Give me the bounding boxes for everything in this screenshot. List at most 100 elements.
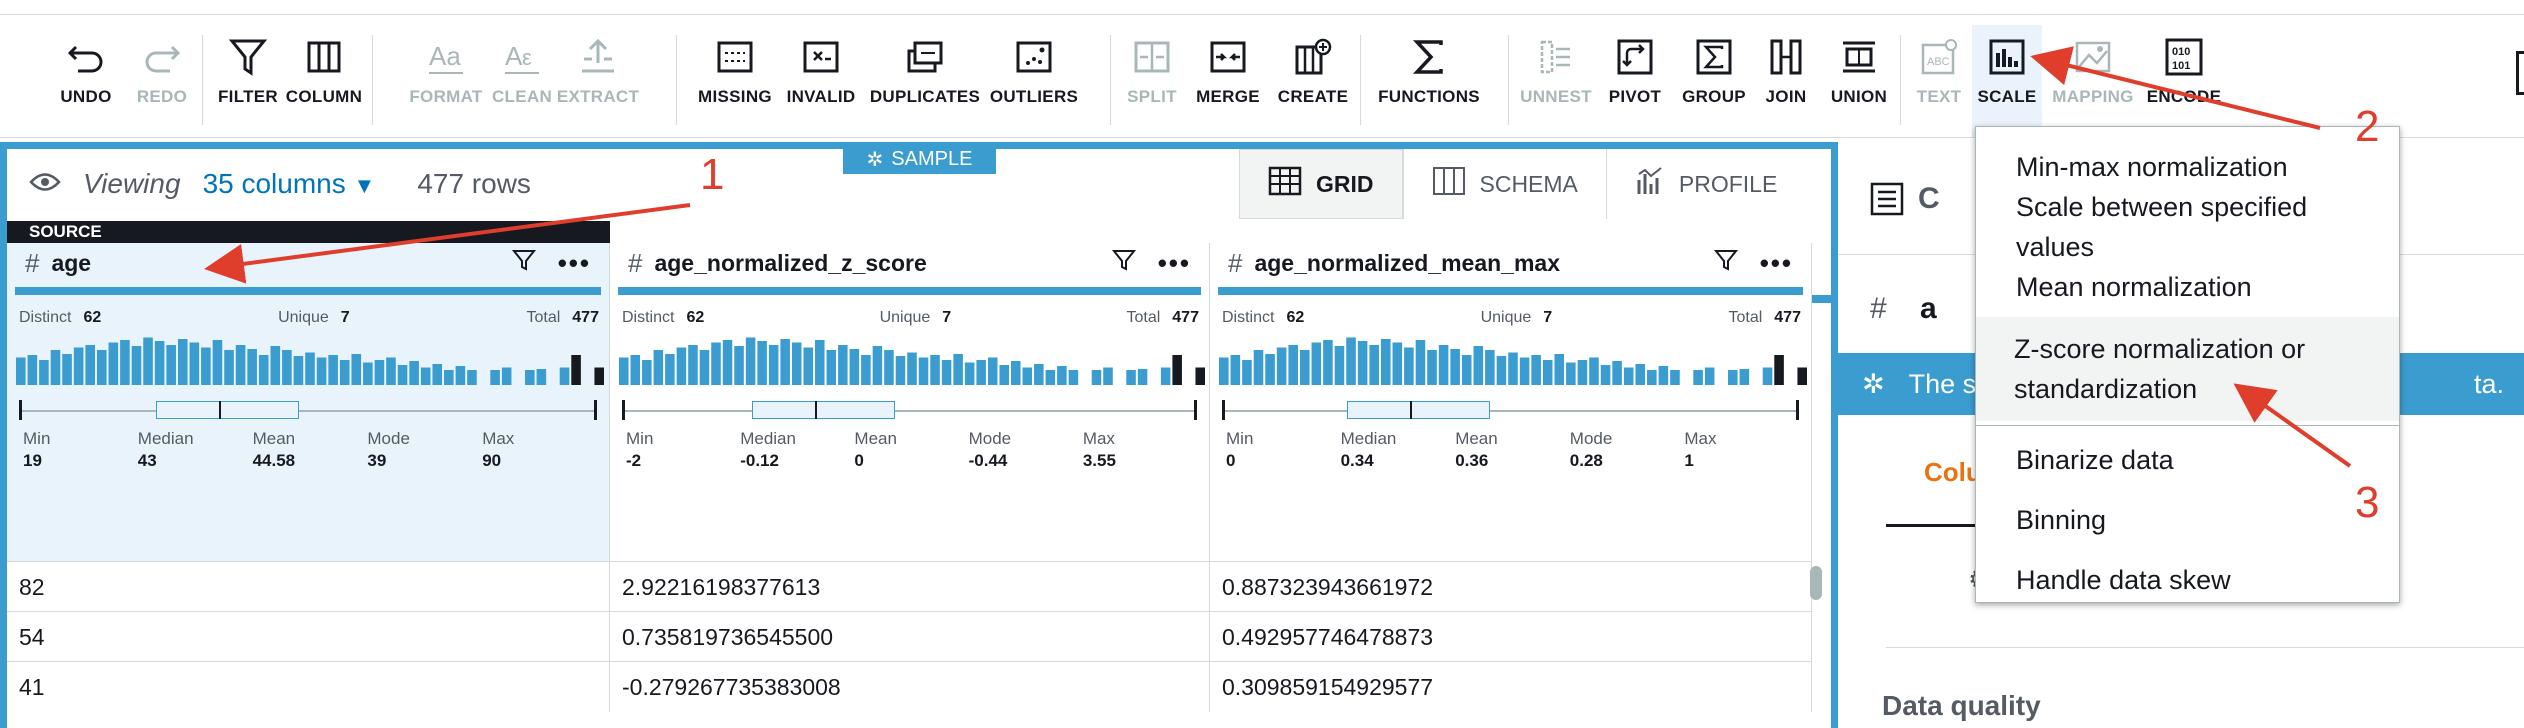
histogram-bar xyxy=(895,356,906,385)
pivot-icon xyxy=(1615,33,1655,81)
pivot-button[interactable]: PIVOT xyxy=(1596,33,1674,107)
redo-icon xyxy=(142,33,182,81)
histogram-bar xyxy=(1739,369,1750,385)
histogram-bar xyxy=(16,357,26,385)
menu-item-scale-between-values[interactable]: Scale between specified values xyxy=(1976,192,2399,262)
histogram-bar xyxy=(1728,370,1738,385)
overflow-icon[interactable] xyxy=(2516,51,2524,95)
histogram-bar xyxy=(1635,364,1646,385)
tab-schema[interactable]: SCHEMA xyxy=(1402,149,1606,219)
sample-icon: ✲ xyxy=(866,148,884,171)
more-options-icon[interactable]: ••• xyxy=(1158,248,1191,279)
eye-icon xyxy=(29,171,61,198)
histogram-bar xyxy=(559,367,570,385)
functions-button[interactable]: FUNCTIONS xyxy=(1372,33,1486,107)
histogram-bar xyxy=(1427,350,1437,385)
tab-profile[interactable]: PROFILE xyxy=(1605,149,1805,219)
more-options-icon[interactable]: ••• xyxy=(1760,248,1793,279)
histogram-bar xyxy=(1542,360,1553,385)
group-button[interactable]: GROUP xyxy=(1674,33,1754,107)
unnest-icon xyxy=(1536,33,1576,81)
histogram-bar xyxy=(1045,370,1056,385)
histogram-bar xyxy=(1057,366,1067,385)
filter-icon[interactable] xyxy=(511,248,536,278)
clean-button[interactable]: Aε CLEAN xyxy=(484,33,560,107)
distribution-histogram[interactable] xyxy=(15,335,605,385)
histogram-bar xyxy=(1415,340,1426,385)
filter-icon[interactable] xyxy=(1111,248,1136,278)
histogram-bar xyxy=(374,360,385,385)
unnest-button[interactable]: UNNEST xyxy=(1516,33,1596,107)
histogram-bar xyxy=(1103,367,1113,385)
split-button[interactable]: SPLIT xyxy=(1116,33,1188,107)
scale-button[interactable]: SCALE xyxy=(1972,25,2042,137)
histogram-bar xyxy=(1022,367,1033,385)
filter-button[interactable]: FILTER xyxy=(210,33,286,107)
menu-item-handle-data-skew[interactable]: Handle data skew xyxy=(1976,550,2399,610)
histogram-bar xyxy=(328,355,338,385)
histogram-bar xyxy=(1323,340,1333,385)
column-button[interactable]: COLUMN xyxy=(286,33,362,107)
histogram-bar xyxy=(630,355,641,385)
histogram-bar xyxy=(745,337,756,385)
text-button[interactable]: ABC TEXT xyxy=(1906,25,1972,137)
distribution-histogram[interactable] xyxy=(1218,335,1808,385)
histogram-bar xyxy=(96,350,107,385)
duplicates-button[interactable]: DUPLICATES xyxy=(866,33,984,107)
more-options-icon[interactable]: ••• xyxy=(558,248,591,279)
histogram-bar xyxy=(849,349,860,385)
encode-button[interactable]: 010 101 ENCODE xyxy=(2144,25,2224,137)
histogram-bar xyxy=(409,361,419,385)
merge-button[interactable]: MERGE xyxy=(1188,33,1268,107)
histogram-bar xyxy=(1068,370,1079,385)
outliers-button[interactable]: OUTLIERS xyxy=(984,33,1084,107)
histogram-bar xyxy=(999,365,1009,385)
histogram-bar xyxy=(305,352,315,385)
histogram-bar xyxy=(1219,357,1229,385)
tab-column[interactable]: Colu xyxy=(1924,457,1982,488)
data-quality-heading: Data quality xyxy=(1882,690,2041,721)
numeric-type-icon: # xyxy=(1870,292,1887,325)
column-card-age-normalized-mean-max[interactable]: # age_normalized_mean_max ••• Distinct 62 U… xyxy=(1210,243,1812,561)
extract-button[interactable]: EXTRACT xyxy=(557,33,639,107)
distribution-histogram[interactable] xyxy=(618,335,1206,385)
histogram-bar xyxy=(838,345,848,385)
histogram-bar xyxy=(953,354,963,385)
sample-badge[interactable]: ✲ SAMPLE xyxy=(843,144,996,174)
menu-item-z-score-normalization[interactable]: Z-score normalization or standardization xyxy=(1976,317,2399,421)
format-button[interactable]: Aa FORMAT xyxy=(408,33,484,107)
table-row[interactable]: 41 -0.279267735383008 0.309859154929577 xyxy=(7,661,1812,712)
scrollbar-thumb[interactable] xyxy=(1810,566,1822,600)
histogram-bar xyxy=(293,356,304,385)
redo-button[interactable]: REDO xyxy=(124,33,200,107)
undo-button[interactable]: UNDO xyxy=(48,33,124,107)
missing-icon xyxy=(715,33,755,81)
missing-button[interactable]: MISSING xyxy=(694,33,776,107)
sigma-icon xyxy=(1409,33,1449,81)
column-card-age[interactable]: # age ••• Distinct 62 Unique 7 Total 477 Min 19… xyxy=(7,243,610,561)
union-button[interactable]: UNION xyxy=(1818,33,1900,107)
annotation-label-2: 2 xyxy=(2355,102,2380,151)
mapping-button[interactable]: MAPPING xyxy=(2042,25,2144,137)
join-button[interactable]: JOIN xyxy=(1754,33,1818,107)
create-button[interactable]: CREATE xyxy=(1268,33,1358,107)
table-row[interactable]: 54 0.735819736545500 0.492957746478873 xyxy=(7,611,1812,662)
invalid-button[interactable]: INVALID xyxy=(776,33,866,107)
undo-icon xyxy=(66,33,106,81)
histogram-bar xyxy=(699,350,710,385)
menu-item-binning[interactable]: Binning xyxy=(1976,490,2399,550)
svg-text:101: 101 xyxy=(2172,60,2190,72)
histogram-bar xyxy=(1496,356,1507,385)
columns-dropdown[interactable]: 35 columns ▼ xyxy=(203,168,376,200)
histogram-bar xyxy=(525,370,535,385)
histogram-bar xyxy=(1265,354,1275,385)
histogram-bar xyxy=(688,345,698,385)
histogram-bar xyxy=(1380,339,1391,385)
histogram-bar xyxy=(108,342,119,385)
filter-icon[interactable] xyxy=(1713,248,1738,278)
tab-grid[interactable]: GRID xyxy=(1239,149,1403,219)
table-row[interactable]: 82 2.92216198377613 0.887323943661972 xyxy=(7,561,1812,612)
menu-item-binarize-data[interactable]: Binarize data xyxy=(1976,430,2399,490)
column-card-age-normalized-z-score[interactable]: # age_normalized_z_score ••• Distinct 62 Un… xyxy=(610,243,1210,561)
histogram-bar xyxy=(1404,347,1414,385)
